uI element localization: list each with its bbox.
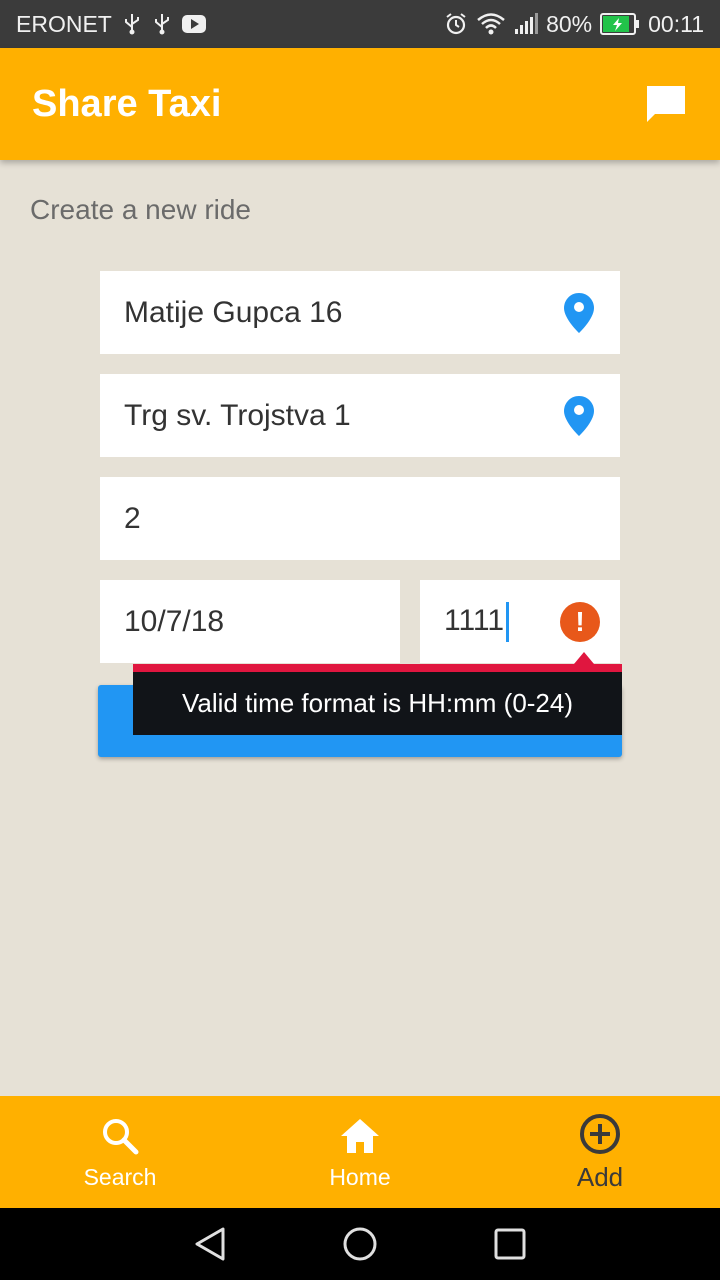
battery-icon (600, 13, 640, 35)
date-field[interactable]: 10/7/18 (100, 580, 400, 663)
nav-search[interactable]: Search (0, 1096, 240, 1208)
add-circle-icon (578, 1112, 622, 1156)
back-icon[interactable] (190, 1224, 230, 1264)
search-icon (98, 1114, 142, 1158)
passengers-value: 2 (124, 501, 141, 535)
nav-add[interactable]: Add (480, 1096, 720, 1208)
system-navigation-bar (0, 1208, 720, 1280)
app-bar: Share Taxi (0, 48, 720, 160)
time-value: 1111 (444, 603, 505, 637)
carrier-name: ERONET (16, 10, 112, 37)
location-pin-icon[interactable] (562, 395, 596, 436)
destination-field[interactable]: Trg sv. Trojstva 1 (100, 374, 620, 457)
start-location-field[interactable]: Matije Gupca 16 (100, 271, 620, 354)
signal-icon (514, 13, 539, 35)
bottom-navigation: Search Home Add (0, 1096, 720, 1208)
location-pin-icon[interactable] (562, 292, 596, 333)
nav-home-label: Home (329, 1163, 391, 1190)
nav-home[interactable]: Home (240, 1096, 480, 1208)
start-location-value: Matije Gupca 16 (124, 295, 343, 329)
alarm-icon (444, 12, 468, 36)
tooltip-arrow (574, 652, 594, 664)
clock: 00:11 (648, 10, 704, 37)
usb-icon (122, 13, 142, 35)
home-icon (338, 1114, 382, 1158)
passengers-field[interactable]: 2 (100, 477, 620, 560)
app-title: Share Taxi (32, 82, 222, 125)
usb-icon (152, 13, 172, 35)
error-tooltip-text: Valid time format is HH:mm (0-24) (181, 688, 574, 718)
nav-search-label: Search (83, 1163, 157, 1190)
text-cursor (506, 601, 510, 642)
date-value: 10/7/18 (124, 604, 225, 638)
wifi-icon (476, 12, 506, 36)
status-bar: ERONET 80% 00:11 (0, 0, 720, 48)
error-tooltip: Valid time format is HH:mm (0-24) (133, 664, 622, 735)
home-circle-icon[interactable] (340, 1224, 380, 1264)
youtube-icon (181, 15, 206, 33)
recents-icon[interactable] (490, 1224, 530, 1264)
error-icon[interactable]: ! (560, 601, 600, 642)
destination-value: Trg sv. Trojstva 1 (124, 398, 351, 432)
time-field[interactable]: 1111 ! (420, 580, 620, 663)
page-title: Create a new ride (30, 194, 252, 225)
battery-percent: 80% (546, 10, 593, 37)
chat-icon[interactable] (644, 82, 688, 126)
nav-add-label: Add (576, 1161, 624, 1192)
